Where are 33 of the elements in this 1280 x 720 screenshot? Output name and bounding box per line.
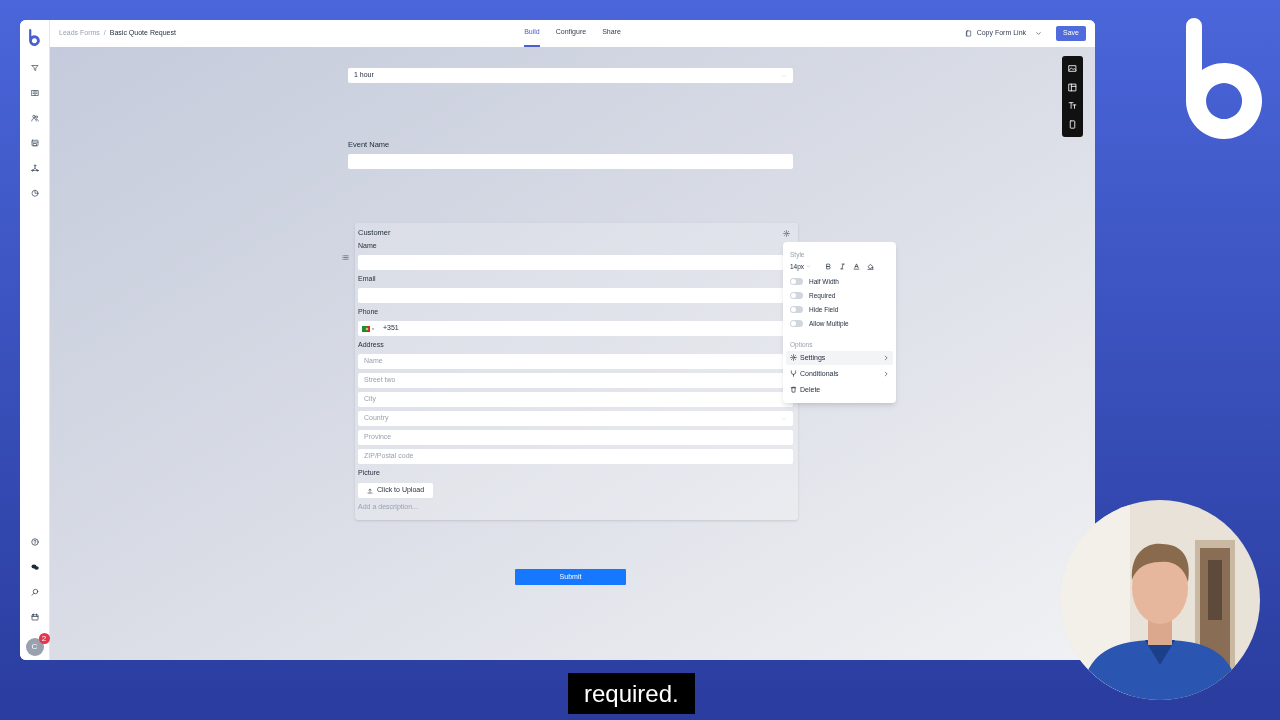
pie-chart-icon[interactable] bbox=[30, 189, 39, 197]
toggle-switch[interactable] bbox=[790, 305, 803, 313]
logo-icon[interactable] bbox=[29, 29, 40, 47]
chevron-down-icon bbox=[1035, 30, 1043, 37]
help-icon[interactable] bbox=[30, 538, 39, 546]
calendar-icon[interactable] bbox=[30, 613, 39, 621]
toggle-switch[interactable] bbox=[790, 291, 803, 299]
book-icon[interactable] bbox=[30, 89, 39, 97]
bold-icon[interactable] bbox=[825, 263, 832, 271]
caption: required. bbox=[568, 673, 695, 714]
text-size-icon[interactable] bbox=[1068, 101, 1077, 111]
toggle-switch[interactable] bbox=[790, 319, 803, 327]
notification-badge: 2 bbox=[38, 633, 50, 644]
mobile-icon[interactable] bbox=[1068, 120, 1077, 130]
drag-handle-icon bbox=[342, 254, 349, 261]
fill-color-icon[interactable] bbox=[867, 263, 874, 271]
toggle-switch[interactable] bbox=[790, 277, 803, 285]
chat-icon[interactable] bbox=[30, 563, 39, 571]
chevron-right-icon bbox=[883, 354, 889, 361]
network-icon[interactable] bbox=[30, 164, 39, 172]
text-color-icon[interactable] bbox=[853, 263, 860, 271]
people-icon[interactable] bbox=[30, 114, 39, 122]
chevron-right-icon bbox=[883, 370, 889, 377]
chevron-down-icon bbox=[806, 264, 812, 270]
search-icon[interactable] bbox=[30, 588, 39, 596]
input-field[interactable] bbox=[348, 154, 793, 169]
funnel-icon[interactable] bbox=[30, 64, 39, 72]
italic-icon[interactable] bbox=[839, 263, 846, 271]
fork-icon bbox=[790, 370, 797, 378]
copy-icon bbox=[964, 30, 972, 37]
upload-icon bbox=[367, 487, 373, 494]
image-icon[interactable] bbox=[1068, 63, 1077, 73]
layout-icon[interactable] bbox=[1068, 82, 1077, 92]
